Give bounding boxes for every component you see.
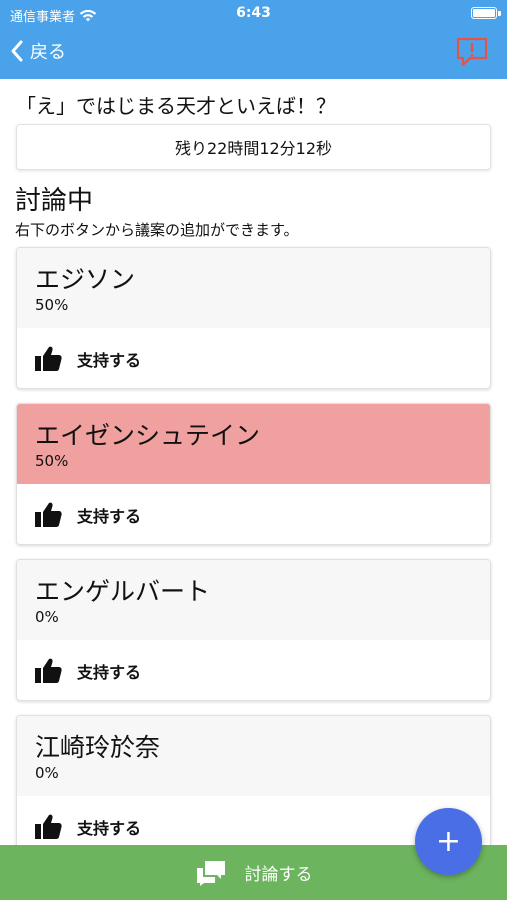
proposal-name: エンゲルバート — [35, 577, 211, 606]
support-button[interactable]: 支持する — [33, 344, 141, 374]
discuss-label: 討論する — [244, 865, 313, 885]
status-bar: 通信事業者 6:43 — [0, 0, 507, 28]
proposal-card: エジソン 50% 支持する — [16, 247, 491, 389]
thumbs-up-icon — [35, 814, 62, 839]
support-button[interactable]: 支持する — [33, 500, 141, 530]
thumbs-up-icon — [35, 658, 62, 683]
proposal-percent: 0% — [35, 764, 59, 782]
chat-bubbles-icon — [196, 860, 225, 886]
proposal-name: エイゼンシュテイン — [35, 421, 261, 450]
proposal-card: エンゲルバート 0% 支持する — [16, 559, 491, 701]
add-proposal-button[interactable]: + — [415, 808, 482, 875]
section-title: 討論中 — [15, 186, 94, 216]
countdown-box: 残り22時間12分12秒 — [16, 124, 491, 170]
plus-icon: + — [435, 824, 462, 859]
thumbs-up-icon — [35, 502, 62, 527]
proposal-percent: 0% — [35, 608, 59, 626]
chevron-left-icon — [11, 40, 23, 62]
support-label: 支持する — [77, 507, 142, 526]
support-label: 支持する — [77, 663, 142, 682]
question-title: 「え」ではじまる天才といえば！？ — [16, 94, 336, 118]
section-description: 右下のボタンから議案の追加ができます。 — [15, 221, 299, 239]
proposal-name: 江崎玲於奈 — [35, 733, 161, 762]
proposal-header: エイゼンシュテイン 50% — [17, 404, 490, 484]
support-label: 支持する — [77, 819, 142, 838]
battery-icon — [471, 7, 497, 19]
proposal-header: エジソン 50% — [17, 248, 490, 328]
proposal-percent: 50% — [35, 452, 69, 470]
proposal-card-highlighted: エイゼンシュテイン 50% 支持する — [16, 403, 491, 545]
proposal-header: エンゲルバート 0% — [17, 560, 490, 640]
support-button[interactable]: 支持する — [33, 656, 141, 686]
back-label: 戻る — [30, 42, 66, 63]
battery-tip — [498, 11, 501, 16]
nav-header: 通信事業者 6:43 戻る — [0, 0, 507, 79]
back-button[interactable]: 戻る — [10, 34, 66, 68]
status-time: 6:43 — [236, 5, 271, 21]
proposal-percent: 50% — [35, 296, 69, 314]
proposal-name: エジソン — [35, 265, 136, 294]
report-icon[interactable] — [455, 36, 489, 68]
support-button[interactable]: 支持する — [33, 812, 141, 842]
support-label: 支持する — [77, 351, 142, 370]
thumbs-up-icon — [35, 346, 62, 371]
countdown-text: 残り22時間12分12秒 — [174, 139, 333, 158]
proposal-header: 江崎玲於奈 0% — [17, 716, 490, 796]
